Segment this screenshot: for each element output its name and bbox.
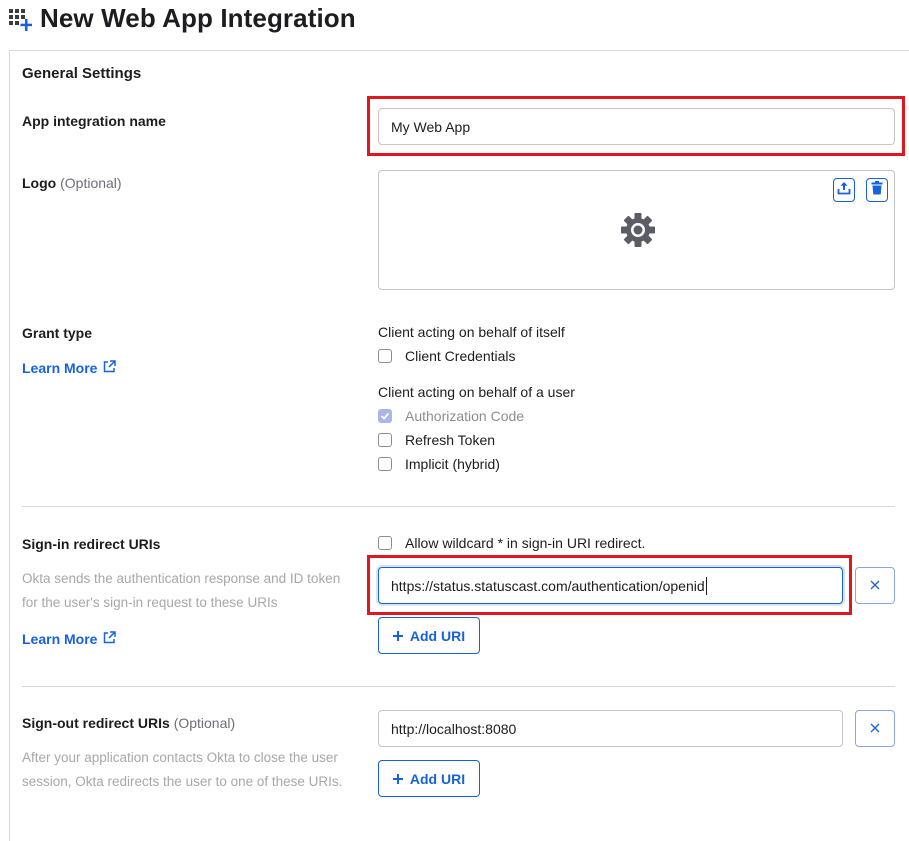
optional-tag: (Optional) [60,175,122,191]
remove-signout-uri-button[interactable] [855,710,895,747]
checkbox-checked[interactable] [378,409,392,423]
page-title: New Web App Integration [40,2,356,33]
app-name-label: App integration name [22,113,166,129]
signin-learn-more-link[interactable]: Learn More [22,631,117,647]
signout-uri-input[interactable]: http://localhost:8080 [378,710,843,747]
text-caret [705,576,707,595]
page-header: New Web App Integration [8,2,356,34]
logo-label-text: Logo [22,175,57,191]
signin-uri-value: https://status.statuscast.com/authentica… [391,577,705,594]
plus-icon [392,628,403,644]
plus-icon [392,771,403,787]
gear-icon [619,211,657,254]
option-label: Authorization Code [405,408,525,424]
checkbox[interactable] [378,457,392,471]
user-heading: Client acting on behalf of a user [378,384,575,400]
section-title: General Settings [22,65,142,82]
implicit-option[interactable]: Implicit (hybrid) [378,456,500,472]
signout-help-text: After your application contacts Okta to … [22,750,343,789]
grant-type-label: Grant type [22,325,93,341]
checkbox[interactable] [378,536,392,550]
learn-more-text: Learn More [22,631,98,647]
option-label: Allow wildcard * in sign-in URI redirect… [405,535,646,551]
add-uri-label: Add URI [409,770,466,787]
add-signin-uri-button[interactable]: Add URI [378,617,480,654]
checkbox[interactable] [378,433,392,447]
option-label: Client Credentials [405,348,516,364]
signin-uri-input[interactable]: https://status.statuscast.com/authentica… [378,567,843,604]
add-signout-uri-button[interactable]: Add URI [378,760,480,797]
logo-label: Logo (Optional) [22,175,122,191]
refresh-token-option[interactable]: Refresh Token [378,432,495,448]
add-uri-label: Add URI [409,627,466,644]
signout-label-text: Sign-out redirect URIs [22,715,170,731]
client-credentials-option[interactable]: Client Credentials [378,348,516,364]
signin-uris-label: Sign-in redirect URIs [22,536,161,552]
divider [22,506,895,507]
signout-uri-value: http://localhost:8080 [391,720,517,737]
remove-signin-uri-button[interactable] [855,567,895,604]
close-icon [870,577,880,595]
grid-add-icon [8,5,34,31]
delete-logo-button[interactable] [866,178,888,202]
app-name-input[interactable]: My Web App [378,108,895,145]
external-link-icon [103,631,117,647]
logo-dropzone[interactable] [378,170,895,290]
signin-help-text: Okta sends the authentication response a… [22,571,341,610]
optional-tag: (Optional) [173,715,236,731]
upload-icon [837,181,851,200]
option-label: Refresh Token [405,432,496,448]
wildcard-option[interactable]: Allow wildcard * in sign-in URI redirect… [378,535,645,551]
checkbox[interactable] [378,349,392,363]
external-link-icon [103,360,117,376]
divider [22,686,895,687]
self-heading: Client acting on behalf of itself [378,324,565,340]
trash-icon [871,180,883,200]
grant-learn-more-link[interactable]: Learn More [22,360,117,376]
close-icon [870,720,880,738]
option-label: Implicit (hybrid) [405,456,500,472]
app-name-value: My Web App [391,118,471,135]
authorization-code-option[interactable]: Authorization Code [378,408,524,424]
upload-button[interactable] [833,178,855,202]
signout-uris-label: Sign-out redirect URIs (Optional) [22,715,235,731]
learn-more-text: Learn More [22,360,98,376]
